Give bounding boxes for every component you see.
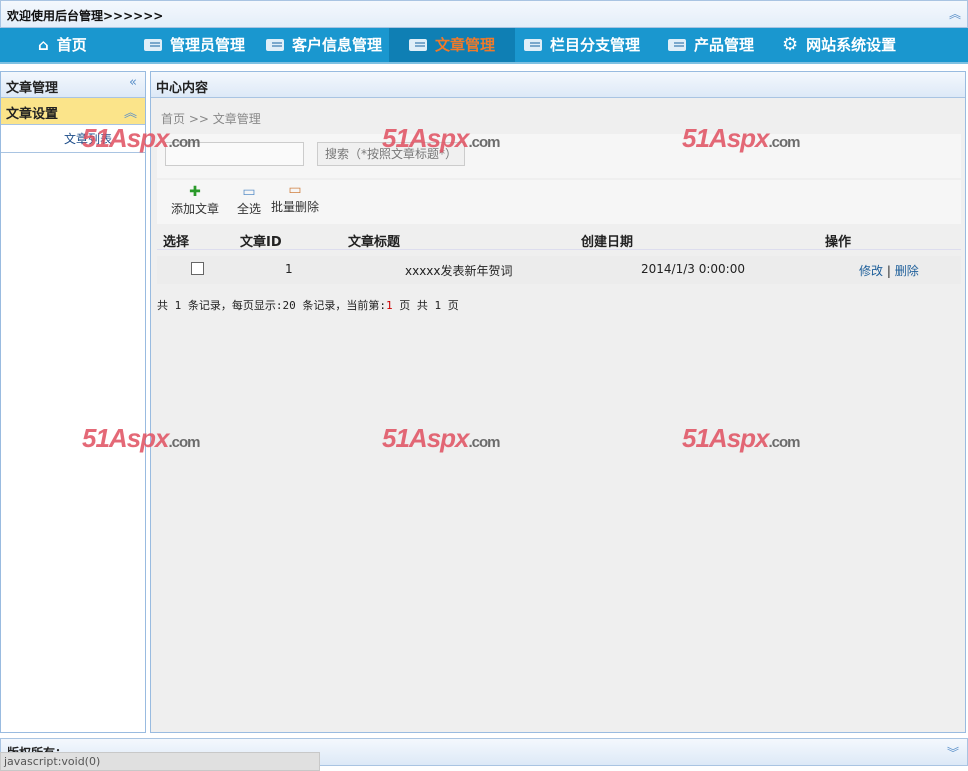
watermark: 51Aspx.com	[382, 123, 501, 153]
sidebar: 文章管理 « 文章设置 ︽ 文章列表	[0, 71, 146, 733]
watermark: 51Aspx.com	[82, 123, 201, 153]
window-check-icon: ▭	[242, 184, 256, 200]
window-icon	[266, 39, 284, 51]
nav-home[interactable]: ⌂ 首页	[38, 28, 87, 62]
collapse-up-icon[interactable]: ︽	[949, 5, 961, 22]
watermark: 51Aspx.com	[82, 423, 201, 453]
edit-link[interactable]: 修改	[859, 264, 883, 278]
window-icon	[668, 39, 686, 51]
row-id: 1	[285, 262, 293, 276]
table-row: 1 xxxxx发表新年贺词 2014/1/3 0:00:00 修改 | 删除	[157, 256, 961, 284]
main-panel: 中心内容 首页 >> 文章管理 搜索（*按照文章标题*） ✚ 添加文章 ▭ 全选 ▭…	[150, 71, 966, 733]
separator: |	[886, 264, 891, 278]
top-bar: 欢迎使用后台管理>>>>>> ︽	[0, 0, 968, 28]
browser-status-bar: javascript:void(0)	[0, 752, 320, 771]
window-icon	[409, 39, 427, 51]
window-icon	[144, 39, 162, 51]
nav-customer[interactable]: 客户信息管理	[266, 28, 382, 62]
pager-text-end: 页 共 1 页	[392, 299, 459, 312]
col-title: 文章标题	[348, 235, 401, 250]
sidebar-section[interactable]: 文章设置 ︽	[1, 98, 145, 125]
nav-admin[interactable]: 管理员管理	[144, 28, 245, 62]
collapse-left-icon[interactable]: «	[129, 75, 137, 90]
row-title: xxxxx发表新年贺词	[405, 264, 513, 278]
watermark: 51Aspx.com	[682, 423, 801, 453]
gear-icon: ⚙	[782, 34, 799, 55]
col-select: 选择	[163, 235, 190, 250]
watermark: 51Aspx.com	[382, 423, 501, 453]
main-nav: ⌂ 首页 管理员管理 客户信息管理 文章管理 栏目分支管理 产品管理 ⚙ 网站系统设…	[0, 28, 968, 64]
plus-icon: ✚	[189, 184, 201, 200]
watermark: 51Aspx.com	[682, 123, 801, 153]
window-icon	[524, 39, 542, 51]
current-page: 1	[385, 299, 393, 312]
row-date: 2014/1/3 0:00:00	[641, 262, 745, 276]
col-actions: 操作	[825, 235, 852, 250]
sidebar-title: 文章管理	[6, 81, 59, 96]
col-id: 文章ID	[240, 235, 282, 250]
nav-column[interactable]: 栏目分支管理	[524, 28, 640, 62]
delete-link[interactable]: 删除	[895, 264, 919, 278]
pager-text: 共 1 条记录，每页显示:20 条记录，当前第:	[157, 299, 386, 312]
pagination-info: 共 1 条记录，每页显示:20 条记录，当前第:1 页 共 1 页	[157, 297, 459, 313]
nav-article[interactable]: 文章管理	[389, 28, 515, 62]
main-title: 中心内容	[156, 81, 209, 96]
collapse-up-icon[interactable]: ︽	[124, 102, 137, 121]
col-date: 创建日期	[581, 235, 634, 250]
expand-down-icon[interactable]: ︾	[947, 744, 959, 761]
add-article-button[interactable]: ✚ 添加文章	[171, 184, 219, 217]
select-all-button[interactable]: ▭ 全选	[237, 184, 261, 217]
table-header: 选择 文章ID 文章标题 创建日期 操作	[157, 228, 961, 250]
welcome-title: 欢迎使用后台管理>>>>>>	[7, 9, 164, 23]
nav-product[interactable]: 产品管理	[668, 28, 754, 62]
batch-delete-button[interactable]: ▭ 批量删除	[271, 182, 319, 215]
row-checkbox[interactable]	[191, 262, 204, 275]
nav-settings[interactable]: ⚙ 网站系统设置	[782, 28, 896, 62]
window-delete-icon: ▭	[288, 182, 302, 198]
home-icon: ⌂	[38, 36, 49, 54]
